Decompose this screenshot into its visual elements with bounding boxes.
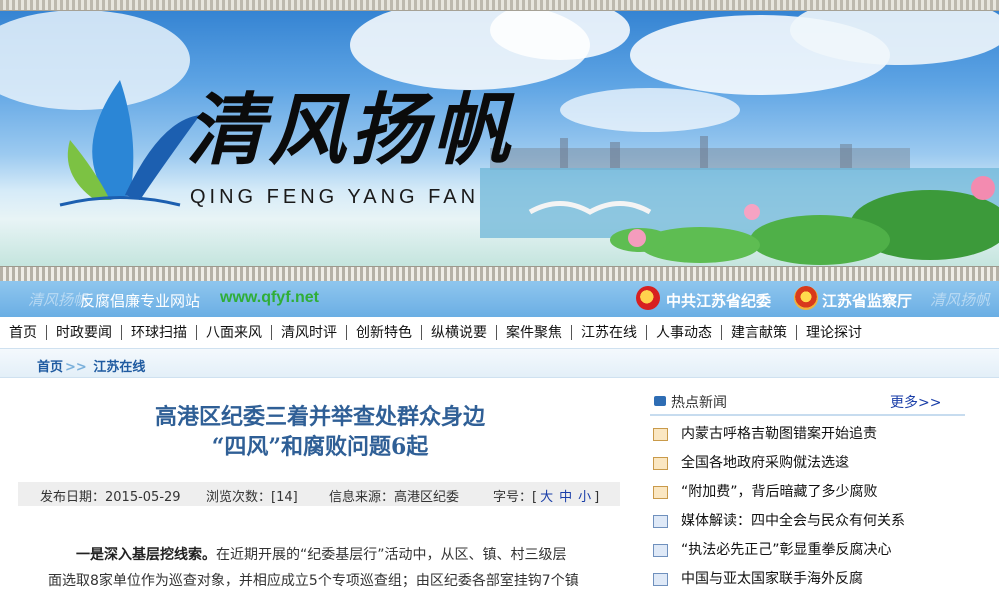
- main-nav: 首页 时政要闻 环球扫描 八面来风 清风时评 创新特色 纵横说要 案件聚焦 江苏在线 人事动态 建言…: [0, 317, 999, 347]
- hot-news-title: 热点新闻: [671, 395, 727, 411]
- news-list-item[interactable]: 内蒙古呼格吉勒图错案开始追责: [650, 420, 970, 449]
- font-size-label: 字号：[: [493, 490, 538, 505]
- news-list-item[interactable]: 全国各地政府采购僦法选逡: [650, 449, 970, 478]
- news-title[interactable]: “附加费”，背后暗藏了多少腐败: [681, 478, 878, 507]
- news-title[interactable]: 全国各地政府采购僦法选逡: [681, 449, 849, 478]
- info-source: 信息来源：高港区纪委: [329, 490, 460, 505]
- font-size-small-link[interactable]: 小: [578, 490, 591, 505]
- article-paragraph: 一是深入基层挖线索。在近期开展的“纪委基层行”活动中，从区、镇、村三级层: [48, 542, 608, 568]
- nav-item[interactable]: 创新特色: [347, 322, 421, 342]
- decor-watermark-left: 清风扬帆: [28, 291, 89, 309]
- breadcrumb: 首页 >> 江苏在线: [37, 356, 145, 375]
- doc-icon-orange: [653, 457, 668, 470]
- nav-item[interactable]: 理论探讨: [797, 322, 871, 342]
- article-title-line2: “四风”和腐败问题6起: [211, 434, 429, 460]
- banner-frame-top: [0, 0, 999, 11]
- doc-icon-blue: [653, 544, 668, 557]
- breadcrumb-current[interactable]: 江苏在线: [93, 360, 145, 375]
- nav-item[interactable]: 建言献策: [722, 322, 796, 342]
- hot-news-list: 内蒙古呼格吉勒图错案开始追责 全国各地政府采购僦法选逡 “附加费”，背后暗藏了多少腐…: [650, 420, 970, 594]
- decor-watermark-right: 清风扬帆: [930, 291, 991, 309]
- news-list-item[interactable]: 媒体解读：四中全会与民众有何关系: [650, 507, 970, 536]
- org-link-supervision-dept[interactable]: 江苏省监察厅: [822, 290, 912, 311]
- nav-item[interactable]: 时政要闻: [47, 322, 121, 342]
- slogan-bar: 清风扬帆 反腐倡廉专业网站 www.qfyf.net 中共江苏省纪委 江苏省监察…: [0, 281, 999, 317]
- article-meta-bar: 发布日期：2015-05-29 浏览次数：[14] 信息来源：高港区纪委 字号：…: [18, 482, 620, 506]
- site-slogan: 反腐倡廉专业网站: [80, 292, 201, 310]
- doc-icon-blue: [653, 515, 668, 528]
- hot-news-header: 热点新闻 更多>>: [650, 390, 965, 416]
- doc-icon-blue: [653, 573, 668, 586]
- nav-item[interactable]: 环球扫描: [122, 322, 196, 342]
- nav-item[interactable]: 纵横说要: [422, 322, 496, 342]
- nav-item[interactable]: 江苏在线: [572, 322, 646, 342]
- publish-date: 发布日期：2015-05-29: [40, 490, 181, 505]
- doc-icon-orange: [653, 428, 668, 441]
- paragraph-text: 在近期开展的“纪委基层行”活动中，从区、镇、村三级层: [216, 547, 567, 563]
- news-title[interactable]: 中国与亚太国家联手海外反腐: [681, 565, 863, 594]
- site-url[interactable]: www.qfyf.net: [220, 289, 319, 307]
- national-emblem-icon: [794, 286, 818, 310]
- org-link-party-commission[interactable]: 中共江苏省纪委: [666, 290, 771, 311]
- news-section-icon: [654, 396, 666, 406]
- news-list-item[interactable]: “附加费”，背后暗藏了多少腐败: [650, 478, 970, 507]
- site-logo-text[interactable]: 清风扬帆: [186, 92, 514, 170]
- nav-item[interactable]: 人事动态: [647, 322, 721, 342]
- view-count: 浏览次数：[14]: [206, 490, 298, 505]
- article-title: 高港区纪委三着并举查处群众身边 “四风”和腐败问题6起: [20, 402, 620, 462]
- news-title[interactable]: 内蒙古呼格吉勒图错案开始追责: [681, 420, 877, 449]
- paragraph-lead: 一是深入基层挖线索。: [76, 547, 216, 563]
- nav-item[interactable]: 案件聚焦: [497, 322, 571, 342]
- more-news-link[interactable]: 更多>>: [890, 392, 941, 412]
- font-size-close-bracket: ]: [594, 490, 600, 505]
- nav-item[interactable]: 清风时评: [272, 322, 346, 342]
- header-banner: 清风扬帆 QING FENG YANG FAN: [0, 0, 999, 281]
- news-title[interactable]: 媒体解读：四中全会与民众有何关系: [681, 507, 905, 536]
- party-emblem-icon: [636, 286, 660, 310]
- article-title-line1: 高港区纪委三着并举查处群众身边: [154, 404, 485, 430]
- font-size-medium-link[interactable]: 中: [559, 490, 572, 505]
- nav-item[interactable]: 八面来风: [197, 322, 271, 342]
- banner-frame-bottom: [0, 266, 999, 281]
- paragraph-continuation: 面选取8家单位作为巡查对象，并相应成立5个专项巡查组；由区纪委各部室挂钩7个镇: [48, 573, 579, 589]
- breadcrumb-bar: 首页 >> 江苏在线: [0, 348, 999, 378]
- doc-icon-orange: [653, 486, 668, 499]
- font-size-control: 字号：[大中小]: [493, 486, 599, 505]
- news-title[interactable]: “执法必先正己”彰显重拳反腐决心: [681, 536, 892, 565]
- breadcrumb-home[interactable]: 首页: [37, 360, 63, 375]
- nav-item[interactable]: 首页: [0, 322, 46, 342]
- site-logo-pinyin: QING FENG YANG FAN: [190, 186, 480, 208]
- font-size-large-link[interactable]: 大: [540, 490, 553, 505]
- breadcrumb-separator: >>: [65, 360, 87, 375]
- news-list-item[interactable]: “执法必先正己”彰显重拳反腐决心: [650, 536, 970, 565]
- article-body: 一是深入基层挖线索。在近期开展的“纪委基层行”活动中，从区、镇、村三级层 面选取…: [48, 542, 608, 594]
- news-list-item[interactable]: 中国与亚太国家联手海外反腐: [650, 565, 970, 594]
